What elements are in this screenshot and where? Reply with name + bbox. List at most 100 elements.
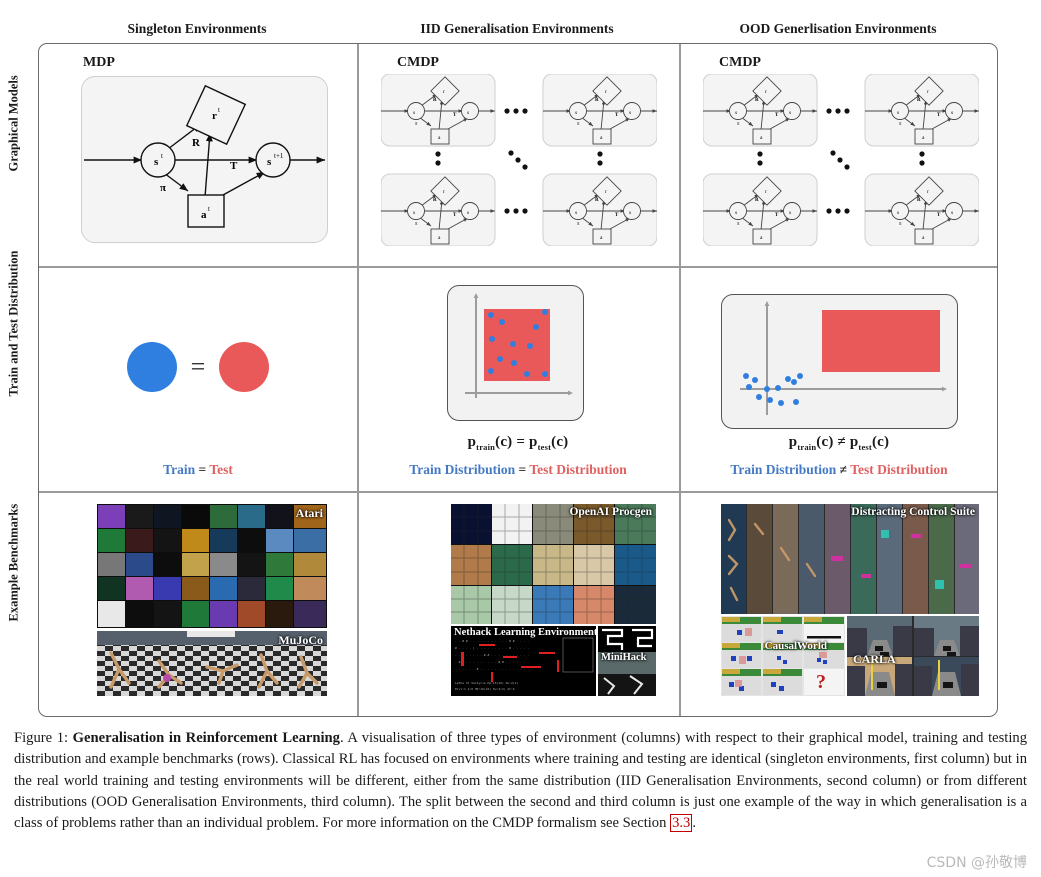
svg-text:a: a	[201, 209, 207, 221]
svg-text:# . . . . | . . . . . . . . .: # . . . . | . . . . . . . . . # . . . . …	[455, 646, 529, 650]
iid-formula-arg1: (c)	[495, 434, 513, 450]
ood-formula-sub-train: train	[797, 442, 817, 452]
benchmark-caption-causalworld: CausalWorld	[764, 640, 827, 652]
svg-text:T: T	[230, 160, 238, 172]
cell-distribution-singleton: = Train = Test	[39, 266, 357, 491]
benchmark-image-minihack: MiniHack	[598, 626, 656, 696]
iid-distribution-plot	[447, 285, 584, 421]
benchmark-image-procgen: OpenAI Procgen	[451, 504, 656, 624]
cmdp-iid-grid: s s r a R T π	[381, 74, 657, 246]
figure-caption-body-end: .	[692, 815, 696, 832]
singleton-legend-test: Test	[209, 462, 233, 477]
svg-text:t: t	[218, 106, 220, 114]
section-reference-link[interactable]: 3.3	[670, 814, 693, 833]
ood-legend: Train Distribution ≠ Test Distribution	[679, 462, 997, 478]
iid-legend-test: Test Distribution	[529, 462, 627, 477]
figure-caption-title: Generalisation in Reinforcement Learning	[72, 730, 340, 746]
svg-text:?: ?	[816, 671, 826, 693]
column-headers: Singleton Environments IID Generalisatio…	[38, 18, 998, 40]
cell-distribution-ood: ptrain(c) ≠ ptest(c) Train Distribution …	[679, 266, 997, 491]
cell-benchmarks-ood: Distracting Control Suite ? CausalWorld …	[679, 491, 997, 716]
benchmark-caption-mujoco: MuJoCo	[278, 633, 323, 647]
iid-formula-sub-train: train	[476, 442, 496, 452]
iid-plot-svg	[465, 293, 573, 398]
ood-region	[822, 310, 940, 372]
column-header-ood: OOD Generlisation Environments	[739, 21, 937, 36]
benchmark-image-distracting-control-suite: Distracting Control Suite	[721, 504, 979, 614]
benchmark-image-mujoco: MuJoCo	[97, 631, 327, 696]
iid-formula-arg2: (c)	[551, 434, 569, 450]
column-header-iid: IID Generalisation Environments	[420, 21, 614, 36]
cmdp-ood-grid	[703, 74, 979, 246]
test-marker	[219, 342, 270, 392]
benchmark-caption-distracting-control-suite: Distracting Control Suite	[851, 506, 975, 518]
svg-text:t: t	[208, 205, 210, 213]
row-label-example-benchmarks-text: Example Benchmarks	[6, 503, 21, 622]
cell-graphical-singleton: MDP s t s t+1 r t a t R T π	[39, 44, 357, 266]
svg-text:. # # . . . . . . . . . # # .: . # # . . . . . . . . . # # . . . . . . …	[455, 660, 529, 664]
benchmark-caption-nethack: Nethack Learning Environment	[454, 627, 596, 638]
svg-text:. . . . . . . . # # . . . . .: . . . . . . . . # # . . . . . . . . . . …	[455, 653, 529, 657]
iid-formula-sub-test: test	[537, 442, 552, 452]
singleton-legend-operator: =	[198, 462, 207, 477]
svg-text:. . . . . . # . . . . . . . .: . . . . . . # . . . . . . . . . . . . . …	[455, 667, 529, 671]
ood-formula-operator: ≠	[837, 434, 846, 450]
ood-plot-svg	[740, 301, 947, 415]
ood-legend-test: Test Distribution	[850, 462, 948, 477]
svg-text:R: R	[192, 137, 201, 149]
row-label-train-test-distribution-text: Train and Test Distribution	[6, 250, 21, 397]
svg-text:. . # # . . . . - - - - . . .: . . # # . . . . - - - - . . . # # . . . …	[455, 639, 529, 643]
ood-legend-train: Train Distribution	[730, 462, 837, 477]
row-label-train-test-distribution: Train and Test Distribution	[0, 251, 28, 397]
benchmark-image-causalworld: ? CausalWorld	[721, 616, 845, 696]
ood-distribution-plot	[721, 294, 958, 429]
mdp-panel: s t s t+1 r t a t R T π	[81, 76, 328, 243]
singleton-legend: Train = Test	[39, 462, 357, 478]
mdp-title: MDP	[83, 55, 115, 70]
iid-formula: ptrain(c) = ptest(c)	[357, 434, 679, 452]
benchmark-image-carla: CARLA	[847, 616, 979, 696]
svg-text:r: r	[212, 110, 217, 122]
ood-formula-arg2: (c)	[871, 434, 890, 450]
ood-formula-sub-test: test	[858, 442, 872, 452]
figure-caption-label: Figure 1:	[14, 730, 69, 746]
iid-formula-operator: =	[516, 434, 526, 450]
iid-legend-operator: =	[518, 462, 527, 477]
iid-formula-p2: p	[529, 434, 538, 450]
svg-text:Dlvl:1 $:0 HP:16(16) Pw:2(2: Dlvl:1 $:0 HP:16(16) Pw:2(2) AC:6	[455, 687, 515, 691]
svg-text:s: s	[267, 156, 272, 168]
singleton-markers: =	[39, 342, 357, 392]
cell-benchmarks-singleton: Atari MuJoCo	[39, 491, 357, 716]
row-label-graphical-models-text: Graphical Models	[6, 75, 21, 172]
iid-formula-p1: p	[467, 434, 477, 450]
mdp-diagram: s t s t+1 r t a t R T π	[84, 84, 325, 228]
cmdp-ood-title: CMDP	[719, 55, 761, 70]
cell-benchmarks-iid: OpenAI Procgen . . # # . . . . - - - - .…	[357, 491, 679, 716]
cmdp-iid-title: CMDP	[397, 55, 439, 70]
benchmark-image-atari: Atari	[97, 504, 327, 628]
node-next-state	[255, 142, 291, 178]
row-label-example-benchmarks: Example Benchmarks	[0, 504, 28, 622]
benchmark-caption-procgen: OpenAI Procgen	[569, 506, 652, 518]
csdn-watermark: CSDN @孙敬博	[926, 855, 1027, 871]
iid-legend-train: Train Distribution	[409, 462, 516, 477]
train-marker	[126, 342, 177, 392]
markers-operator: =	[190, 352, 206, 381]
svg-text:Lethe St Valkyrie Hp:16(16): Lethe St Valkyrie Hp:16(16) Pw:2(2)	[455, 681, 518, 685]
benchmark-caption-carla: CARLA	[853, 652, 896, 666]
svg-text:s: s	[154, 156, 159, 168]
svg-text:t: t	[161, 152, 163, 160]
svg-text:t+1: t+1	[274, 152, 284, 160]
singleton-legend-train: Train	[163, 462, 196, 477]
row-label-graphical-models: Graphical Models	[0, 75, 28, 171]
ood-legend-operator: ≠	[839, 462, 848, 477]
benchmark-caption-atari: Atari	[295, 506, 323, 520]
ood-formula: ptrain(c) ≠ ptest(c)	[679, 434, 997, 452]
cell-graphical-ood: CMDP	[679, 44, 998, 266]
iid-legend: Train Distribution = Test Distribution	[357, 462, 679, 478]
cell-graphical-iid: CMDP s	[357, 44, 679, 266]
column-header-singleton: Singleton Environments	[127, 21, 267, 36]
iid-region	[484, 309, 550, 381]
cell-distribution-iid: ptrain(c) = ptest(c) Train Distribution …	[357, 266, 679, 491]
figure-grid: MDP s t s t+1 r t a t R T π CMDP CMDP = …	[38, 43, 998, 717]
